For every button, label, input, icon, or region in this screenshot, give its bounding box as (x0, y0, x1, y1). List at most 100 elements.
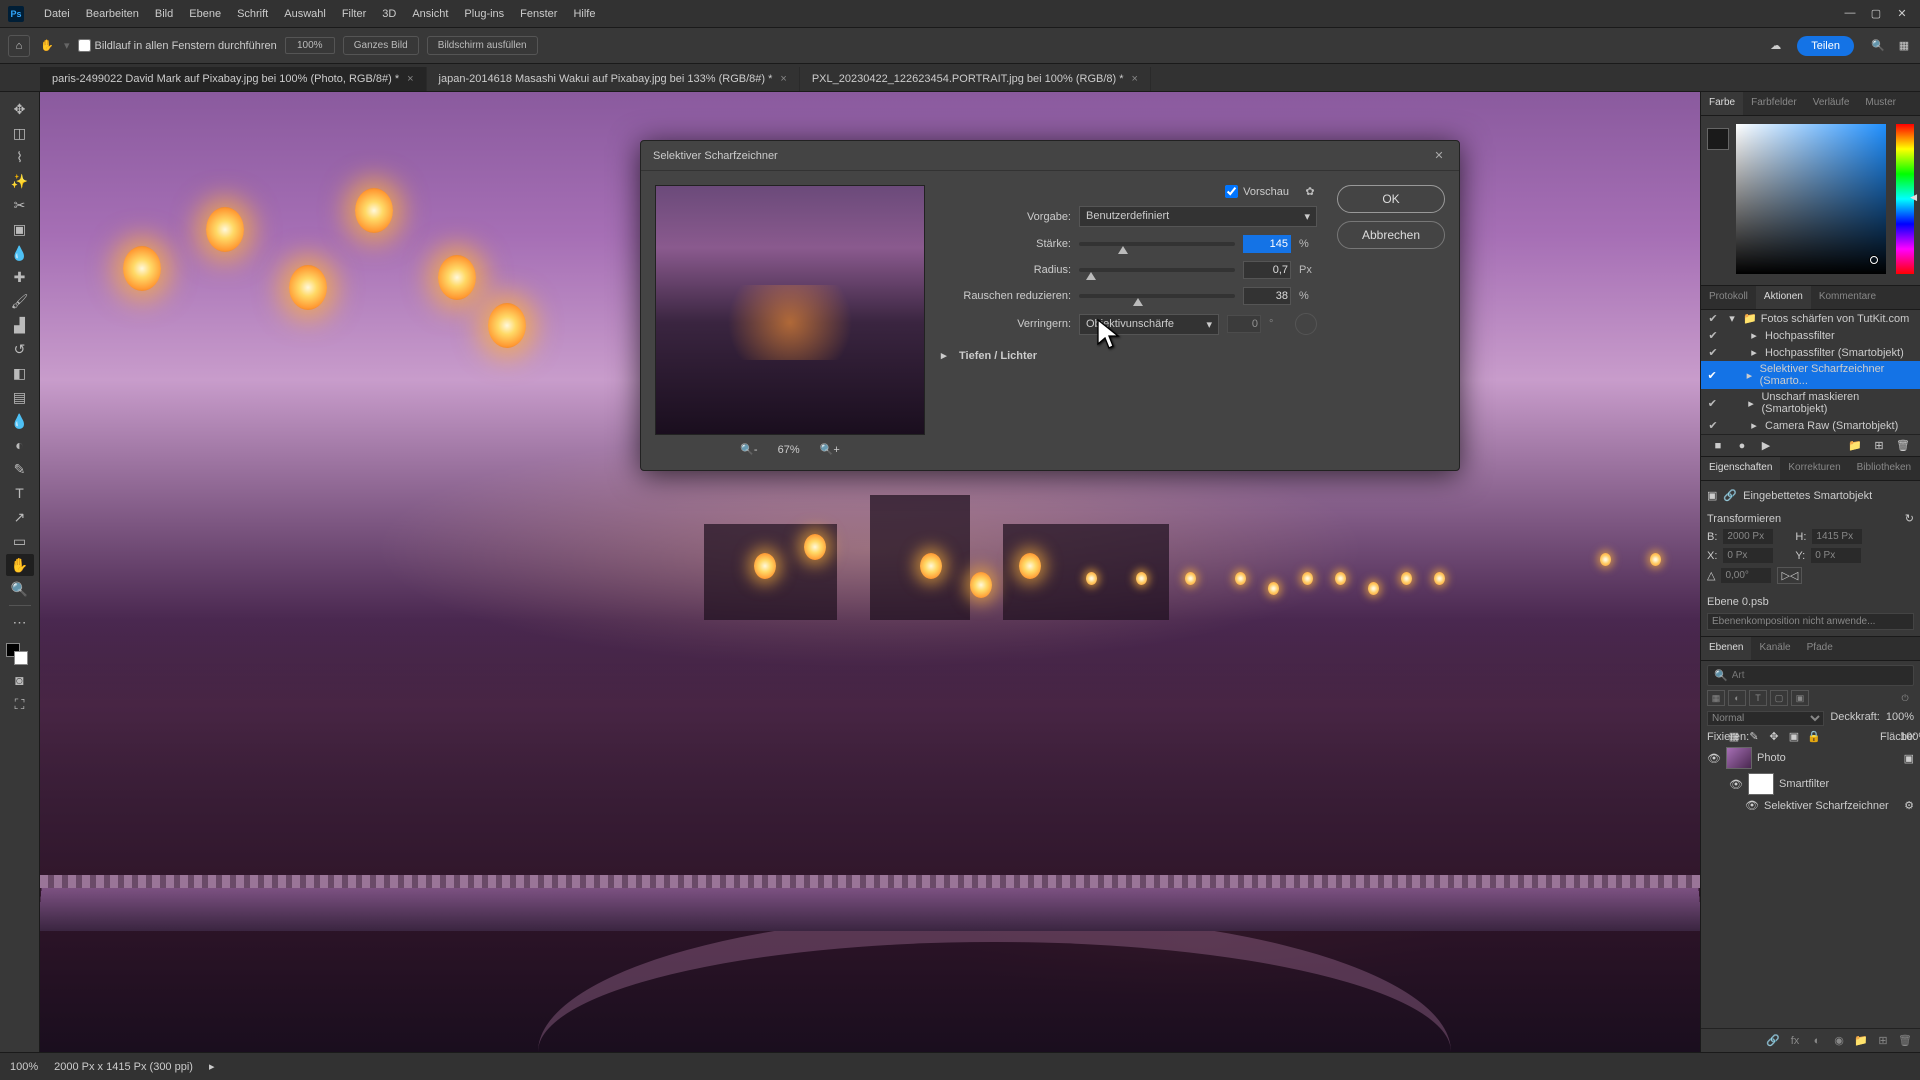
libraries-tab[interactable]: Bibliotheken (1849, 457, 1919, 480)
radius-slider[interactable] (1079, 268, 1235, 272)
pen-tool[interactable]: ✎ (6, 458, 34, 480)
type-tool[interactable]: T (6, 482, 34, 504)
layers-tab[interactable]: Ebenen (1701, 637, 1751, 660)
history-brush-tool[interactable]: ↺ (6, 338, 34, 360)
eyedropper-tool[interactable]: 💧 (6, 242, 34, 264)
channels-tab[interactable]: Kanäle (1751, 637, 1798, 660)
action-item[interactable]: ✔▸Hochpassfilter (1701, 327, 1920, 344)
edit-toolbar[interactable]: ⋯ (6, 611, 34, 633)
shadows-highlights-section[interactable]: ▸Tiefen / Lichter (941, 343, 1317, 362)
new-set-icon[interactable]: 📁 (1848, 439, 1862, 452)
menu-view[interactable]: Ansicht (404, 8, 456, 20)
color-field[interactable] (1736, 124, 1886, 274)
menu-filter[interactable]: Filter (334, 8, 374, 20)
dialog-preview[interactable] (655, 185, 925, 435)
status-info[interactable]: 2000 Px x 1415 Px (300 ppi) (54, 1061, 193, 1073)
quickmask-toggle[interactable]: ◙ (6, 669, 34, 691)
menu-3d[interactable]: 3D (374, 8, 404, 20)
path-tool[interactable]: ↗ (6, 506, 34, 528)
layer-row[interactable]: 👁 Smartfilter (1701, 771, 1920, 797)
menu-type[interactable]: Schrift (229, 8, 276, 20)
filter-settings-icon[interactable]: ⚙ (1904, 799, 1914, 812)
fx-icon[interactable]: fx (1788, 1035, 1802, 1047)
document-tab[interactable]: PXL_20230422_122623454.PORTRAIT.jpg bei … (800, 67, 1151, 91)
properties-tab[interactable]: Eigenschaften (1701, 457, 1780, 480)
adjustments-tab[interactable]: Korrekturen (1780, 457, 1848, 480)
gear-icon[interactable]: ✿ (1303, 185, 1317, 198)
zoom-in-icon[interactable]: 🔍+ (820, 443, 840, 456)
new-action-icon[interactable]: ⊞ (1872, 439, 1886, 452)
preset-select[interactable]: Benutzerdefiniert▾ (1079, 206, 1317, 227)
amount-input[interactable]: 145 (1243, 235, 1291, 253)
eraser-tool[interactable]: ◧ (6, 362, 34, 384)
share-button[interactable]: Teilen (1797, 36, 1854, 56)
remove-select[interactable]: Objektivunschärfe▾ (1079, 314, 1219, 335)
radius-input[interactable]: 0,7 (1243, 261, 1291, 279)
width-input[interactable] (1723, 529, 1773, 544)
layer-thumbnail[interactable] (1726, 747, 1752, 769)
lock-pixel-icon[interactable]: ✎ (1747, 730, 1761, 743)
wand-tool[interactable]: ✨ (6, 170, 34, 192)
brush-tool[interactable]: 🖌 (6, 290, 34, 312)
height-input[interactable] (1812, 529, 1862, 544)
swatches-tab[interactable]: Farbfelder (1743, 92, 1805, 115)
visibility-icon[interactable]: 👁 (1745, 799, 1759, 812)
lasso-tool[interactable]: ⌇ (6, 146, 34, 168)
crop-tool[interactable]: ✂ (6, 194, 34, 216)
paths-tab[interactable]: Pfade (1799, 637, 1841, 660)
menu-window[interactable]: Fenster (512, 8, 565, 20)
layer-search-input[interactable] (1732, 670, 1907, 681)
filter-adjust-icon[interactable]: ◐ (1728, 690, 1746, 706)
menu-edit[interactable]: Bearbeiten (78, 8, 147, 20)
angle-dial-icon[interactable] (1295, 313, 1317, 335)
action-item[interactable]: ✔▸Camera Raw (Smartobjekt) (1701, 417, 1920, 434)
dialog-titlebar[interactable]: Selektiver Scharfzeichner ✕ (641, 141, 1459, 171)
layer-thumbnail[interactable] (1748, 773, 1774, 795)
reset-icon[interactable]: ↻ (1905, 512, 1914, 525)
blend-mode-select[interactable]: Normal (1707, 711, 1824, 726)
preview-checkbox[interactable]: Vorschau (1225, 185, 1289, 198)
action-item-selected[interactable]: ✔▸Selektiver Scharfzeichner (Smarto... (1701, 361, 1920, 389)
layer-search[interactable]: 🔍 (1707, 665, 1914, 686)
frame-tool[interactable]: ▣ (6, 218, 34, 240)
cloud-icon[interactable]: ☁ (1770, 39, 1781, 52)
zoom-input[interactable] (285, 37, 335, 54)
check-icon[interactable]: ✔ (1705, 312, 1721, 325)
menu-file[interactable]: Datei (36, 8, 78, 20)
dodge-tool[interactable]: ◐ (6, 434, 34, 456)
close-window-button[interactable]: ✕ (1896, 7, 1908, 20)
layer-row[interactable]: 👁 Photo ▣ (1701, 745, 1920, 771)
home-icon[interactable]: ⌂ (8, 35, 30, 57)
visibility-icon[interactable]: 👁 (1707, 752, 1721, 765)
lock-icon[interactable]: 🔒 (1807, 730, 1821, 743)
layer-row[interactable]: 👁 Selektiver Scharfzeichner ⚙ (1701, 797, 1920, 814)
fit-screen-button[interactable]: Ganzes Bild (343, 36, 419, 55)
comments-tab[interactable]: Kommentare (1811, 286, 1884, 309)
y-input[interactable] (1811, 548, 1861, 563)
layer-comp-select[interactable] (1707, 613, 1914, 630)
flip-h-icon[interactable]: ▷◁ (1777, 567, 1802, 584)
filter-type-icon[interactable]: T (1749, 690, 1767, 706)
patterns-tab[interactable]: Muster (1857, 92, 1904, 115)
stamp-tool[interactable]: ▟ (6, 314, 34, 336)
marquee-tool[interactable]: ◫ (6, 122, 34, 144)
document-tab[interactable]: paris-2499022 David Mark auf Pixabay.jpg… (40, 67, 427, 91)
delete-icon[interactable]: 🗑 (1896, 439, 1910, 452)
minimize-button[interactable]: — (1844, 7, 1856, 20)
action-item[interactable]: ✔▸Hochpassfilter (Smartobjekt) (1701, 344, 1920, 361)
shape-tool[interactable]: ▭ (6, 530, 34, 552)
lock-position-icon[interactable]: ✥ (1767, 730, 1781, 743)
new-layer-icon[interactable]: ⊞ (1876, 1034, 1890, 1047)
blur-tool[interactable]: 💧 (6, 410, 34, 432)
cancel-button[interactable]: Abbrechen (1337, 221, 1445, 249)
history-tab[interactable]: Protokoll (1701, 286, 1756, 309)
hand-tool[interactable]: ✋ (6, 554, 34, 576)
filter-shape-icon[interactable]: ▢ (1770, 690, 1788, 706)
document-tab[interactable]: japan-2014618 Masashi Wakui auf Pixabay.… (427, 67, 800, 91)
action-folder-row[interactable]: ✔ ▾ 📁 Fotos schärfen von TutKit.com (1701, 310, 1920, 327)
ok-button[interactable]: OK (1337, 185, 1445, 213)
color-tab[interactable]: Farbe (1701, 92, 1743, 115)
color-fg-swatch[interactable] (1707, 128, 1729, 150)
background-swatch[interactable] (14, 651, 28, 665)
close-tab-icon[interactable]: × (1132, 73, 1138, 85)
